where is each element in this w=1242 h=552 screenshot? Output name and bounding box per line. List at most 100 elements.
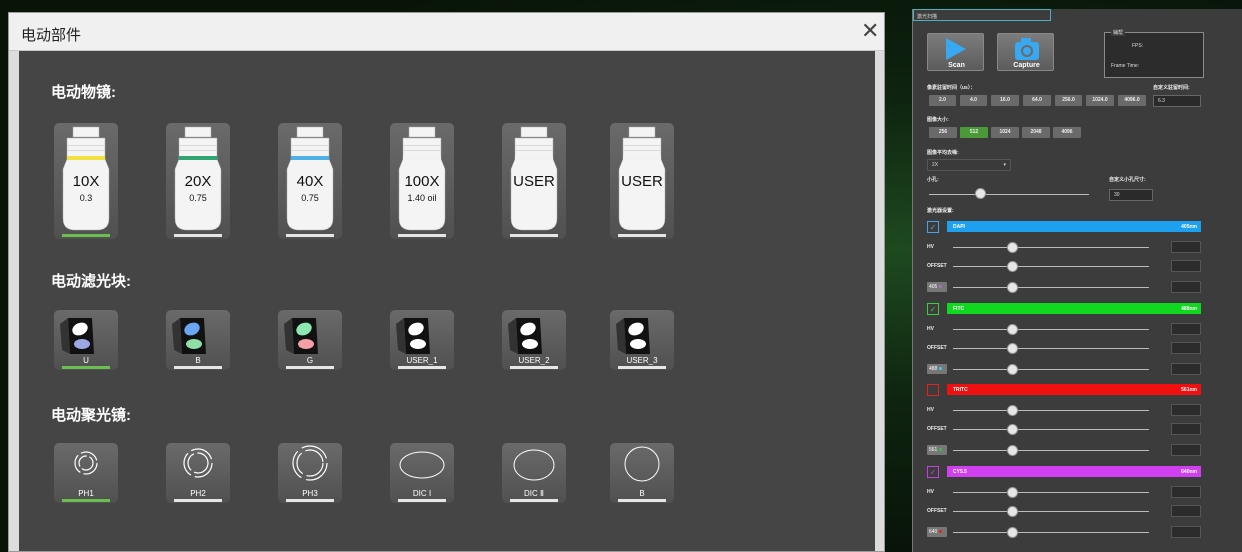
hv-slider[interactable] [953, 329, 1149, 330]
condenser-button[interactable]: PH3 [278, 443, 342, 503]
condenser-label: PH3 [302, 489, 318, 498]
condenser-button[interactable]: B [610, 443, 674, 503]
offset-value-box[interactable] [1171, 342, 1201, 354]
offset-label: OFFSET [927, 426, 947, 432]
channel-checkbox[interactable] [927, 384, 939, 396]
objective-button[interactable]: USER [502, 123, 566, 239]
scan-label: Scan [948, 62, 965, 69]
objective-button[interactable]: 100X 1.40 oil [390, 123, 454, 239]
laser-power-slider-handle[interactable] [1007, 364, 1018, 375]
laser-power-slider-handle[interactable] [1007, 527, 1018, 538]
condenser-button[interactable]: PH1 [54, 443, 118, 503]
condenser-button[interactable]: DIC Ⅱ [502, 443, 566, 503]
objective-button[interactable]: USER [610, 123, 674, 239]
offset-slider[interactable] [953, 511, 1149, 512]
hv-value-box[interactable] [1171, 486, 1201, 498]
hv-slider-handle[interactable] [1007, 324, 1018, 335]
phase-ring-icon [183, 448, 213, 478]
laser-power-slider[interactable] [953, 532, 1149, 533]
offset-slider-handle[interactable] [1007, 261, 1018, 272]
dwell-button[interactable]: 64.0 [1023, 95, 1051, 106]
selection-indicator [62, 234, 110, 237]
hv-slider-handle[interactable] [1007, 405, 1018, 416]
laser-select-button[interactable]: 405 [927, 282, 947, 292]
pinhole-slider-handle[interactable] [975, 188, 986, 199]
laser-power-slider[interactable] [953, 369, 1149, 370]
hv-value-box[interactable] [1171, 323, 1201, 335]
offset-slider-handle[interactable] [1007, 506, 1018, 517]
hv-slider[interactable] [953, 410, 1149, 411]
offset-value-box[interactable] [1171, 423, 1201, 435]
channel-bar: FITC 488nm [947, 303, 1201, 314]
laser-power-value-box[interactable] [1171, 526, 1201, 538]
selection-indicator [398, 499, 446, 502]
average-select[interactable]: 2X ▾ [927, 159, 1011, 171]
dwell-label: 像素驻留时间（us）： [927, 85, 976, 91]
laser-power-slider-handle[interactable] [1007, 445, 1018, 456]
dwell-button[interactable]: 16.0 [991, 95, 1019, 106]
offset-slider[interactable] [953, 429, 1149, 430]
selection-indicator [618, 366, 666, 369]
hv-slider-handle[interactable] [1007, 242, 1018, 253]
image-size-button[interactable]: 512 [960, 127, 988, 138]
pinhole-label: 小孔: [927, 177, 939, 183]
laser-select-button[interactable]: 488 [927, 364, 947, 374]
image-size-button[interactable]: 2048 [1022, 127, 1050, 138]
filter-cube-button[interactable]: G [278, 310, 342, 370]
laser-power-value-box[interactable] [1171, 444, 1201, 456]
capture-button[interactable]: Capture [997, 33, 1054, 71]
channel-checkbox[interactable]: ✓ [927, 303, 939, 315]
hv-slider[interactable] [953, 492, 1149, 493]
condenser-label: PH1 [78, 489, 94, 498]
channel-checkbox[interactable]: ✓ [927, 466, 939, 478]
scan-button[interactable]: Scan [927, 33, 984, 71]
filter-cube-button[interactable]: U [54, 310, 118, 370]
hv-slider-handle[interactable] [1007, 487, 1018, 498]
laser-select-button[interactable]: 561 [927, 445, 947, 455]
offset-slider[interactable] [953, 266, 1149, 267]
selection-indicator [62, 366, 110, 369]
image-size-button[interactable]: 1024 [991, 127, 1019, 138]
laser-select-button[interactable]: 640 [927, 527, 947, 537]
laser-power-slider-handle[interactable] [1007, 282, 1018, 293]
condenser-button[interactable]: DIC Ⅰ [390, 443, 454, 503]
objective-aperture: 0.3 [79, 193, 93, 203]
hv-value-box[interactable] [1171, 404, 1201, 416]
laser-power-value-box[interactable] [1171, 281, 1201, 293]
laser-power-slider[interactable] [953, 450, 1149, 451]
channel-checkbox[interactable]: ✓ [927, 221, 939, 233]
objective-button[interactable]: 10X 0.3 [54, 123, 118, 239]
dwell-button[interactable]: 2.0 [929, 95, 956, 106]
offset-value-box[interactable] [1171, 505, 1201, 517]
condenser-button[interactable]: PH2 [166, 443, 230, 503]
laser-wavelength: 640 [929, 529, 938, 535]
dwell-button[interactable]: 1024.0 [1086, 95, 1114, 106]
offset-slider[interactable] [953, 348, 1149, 349]
filter-cube-button[interactable]: USER_1 [390, 310, 454, 370]
laser-power-value-box[interactable] [1171, 363, 1201, 375]
hv-slider[interactable] [953, 247, 1149, 248]
objective-button[interactable]: 20X 0.75 [166, 123, 230, 239]
close-icon[interactable]: ✕ [861, 18, 879, 44]
offset-slider-handle[interactable] [1007, 424, 1018, 435]
pinhole-slider[interactable] [929, 194, 1089, 195]
filter-cube-button[interactable]: USER_3 [610, 310, 674, 370]
dwell-button[interactable]: 256.0 [1055, 95, 1082, 106]
objective-magnification: USER [621, 173, 663, 190]
filter-cube-button[interactable]: USER_2 [502, 310, 566, 370]
pinhole-input[interactable]: 30 [1109, 189, 1153, 201]
laser-dot [939, 367, 943, 371]
offset-slider-handle[interactable] [1007, 343, 1018, 354]
objective-button[interactable]: 40X 0.75 [278, 123, 342, 239]
image-size-button[interactable]: 4096 [1053, 127, 1081, 138]
image-size-button[interactable]: 256 [929, 127, 957, 138]
selection-indicator [286, 499, 334, 502]
laser-power-slider[interactable] [953, 287, 1149, 288]
custom-dwell-input[interactable]: 6.3 [1153, 95, 1201, 107]
offset-value-box[interactable] [1171, 260, 1201, 272]
laser-channels: ✓ DAPI 405nm HV OFFSET 405 ✓ FITC 488nm HV OFFSET 4… [913, 9, 1242, 538]
filter-cube-button[interactable]: B [166, 310, 230, 370]
hv-value-box[interactable] [1171, 241, 1201, 253]
dwell-button[interactable]: 4.0 [960, 95, 987, 106]
dwell-button[interactable]: 4096.0 [1118, 95, 1146, 106]
